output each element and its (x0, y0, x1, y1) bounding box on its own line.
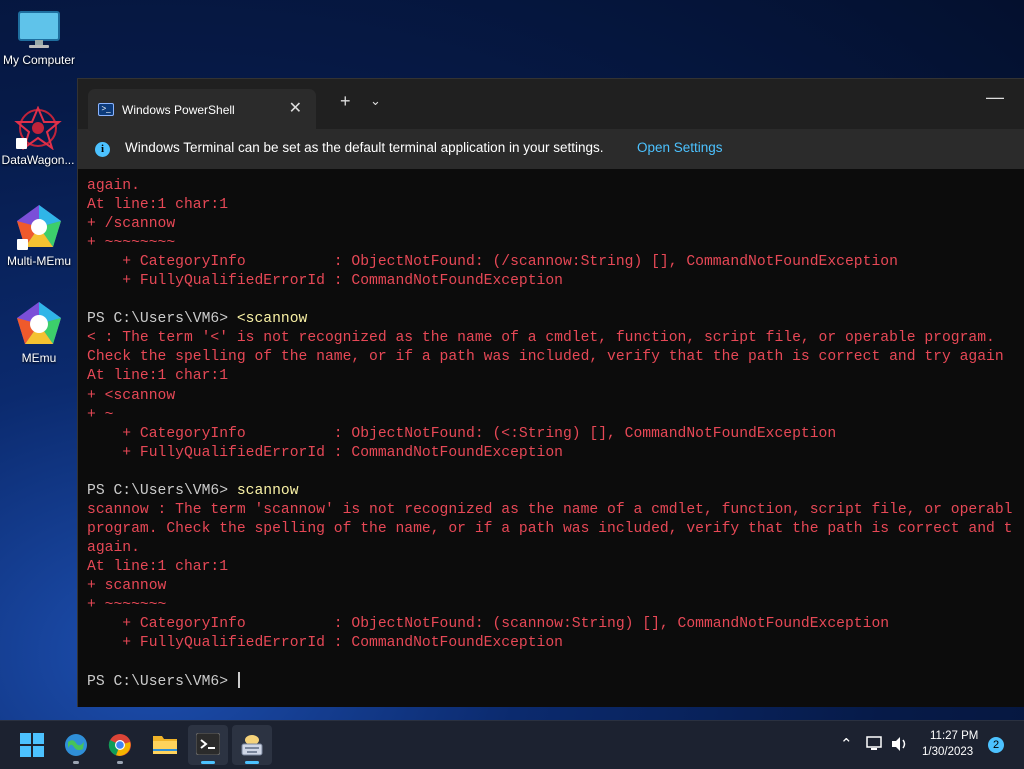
open-settings-link[interactable]: Open Settings (637, 140, 723, 155)
taskbar-app-terminal[interactable] (188, 725, 228, 765)
prompt-text: PS C:\Users\VM6> (87, 311, 237, 328)
error-line: Check the spelling of the name, or if a … (87, 349, 1004, 366)
prompt-text: PS C:\Users\VM6> (87, 482, 237, 499)
error-line: again. (87, 539, 140, 556)
error-line: program. Check the spelling of the name,… (87, 520, 1013, 537)
tab-windows-powershell[interactable]: >_ Windows PowerShell ✕ (88, 89, 316, 129)
desktop-icon-datawagon[interactable]: DataWagon... (0, 106, 76, 167)
error-line: At line:1 char:1 (87, 368, 229, 385)
terminal-window[interactable]: >_ Windows PowerShell ✕ + ⌄ — i Windows … (77, 78, 1024, 707)
tab-title: Windows PowerShell (122, 103, 235, 117)
error-line: < : The term '<' is not recognized as th… (87, 330, 995, 347)
memu-icon (17, 302, 61, 344)
running-indicator (73, 761, 79, 764)
error-line: + ~ (87, 406, 114, 423)
error-line: + FullyQualifiedErrorId : CommandNotFoun… (87, 273, 563, 290)
taskbar-app-file-explorer[interactable] (144, 725, 184, 765)
minimize-button[interactable]: — (986, 87, 1004, 108)
windows-logo-icon (20, 733, 44, 757)
chevron-up-icon[interactable]: ⌃ (840, 735, 853, 753)
terminal-icon (196, 733, 220, 755)
taskbar-app-network-tool[interactable] (56, 725, 96, 765)
prompt-line: PS C:\Users\VM6> <scannow (87, 310, 1023, 329)
error-line: again. (87, 178, 140, 194)
start-button[interactable] (12, 725, 52, 765)
error-line: + FullyQualifiedErrorId : CommandNotFoun… (87, 444, 563, 461)
powershell-icon: >_ (98, 103, 114, 116)
taskbar: ⌃ 11:27 PM 1/30/2023 (0, 720, 1024, 769)
network-icon[interactable] (866, 736, 884, 752)
command-text: <scannow (236, 311, 308, 328)
running-indicator (245, 761, 259, 764)
error-line: + CategoryInfo : ObjectNotFound: (<:Stri… (87, 425, 837, 442)
folder-icon (153, 736, 177, 754)
keyboard-icon (241, 735, 263, 756)
running-indicator (117, 761, 123, 764)
prompt-text: PS C:\Users\VM6> (87, 674, 237, 691)
shortcut-arrow-icon (16, 138, 27, 149)
info-message: Windows Terminal can be set as the defau… (125, 140, 604, 155)
chrome-icon (108, 734, 131, 756)
info-bar: i Windows Terminal can be set as the def… (78, 129, 1024, 169)
notification-badge[interactable]: 2 (988, 737, 1004, 753)
taskbar-app-virtual-keyboard[interactable] (232, 725, 272, 765)
error-line: + ~~~~~~~ (87, 597, 167, 614)
volume-icon[interactable] (891, 736, 909, 752)
desktop-icon-label: DataWagon... (1, 153, 75, 167)
prompt-line: PS C:\Users\VM6> (87, 672, 1023, 691)
globe-icon (65, 734, 87, 756)
clock-time[interactable]: 11:27 PM (930, 730, 978, 742)
error-line: scannow : The term 'scannow' is not reco… (87, 501, 1013, 518)
error-line: At line:1 char:1 (87, 558, 229, 575)
chevron-down-icon[interactable]: ⌄ (370, 93, 381, 109)
error-line: + CategoryInfo : ObjectNotFound: (scanno… (87, 616, 890, 633)
error-line: + CategoryInfo : ObjectNotFound: (/scann… (87, 254, 898, 271)
command-text: scannow (236, 482, 299, 499)
error-line: + scannow (87, 577, 167, 594)
running-indicator (201, 761, 215, 764)
taskbar-app-chrome[interactable] (100, 725, 140, 765)
info-icon: i (95, 142, 110, 157)
text-cursor (237, 672, 240, 689)
desktop-icon-memu[interactable]: MEmu (1, 300, 77, 365)
title-bar[interactable]: >_ Windows PowerShell ✕ + ⌄ — (78, 79, 1024, 129)
error-line: + FullyQualifiedErrorId : CommandNotFoun… (87, 635, 563, 652)
monitor-icon (18, 11, 60, 48)
desktop-icon-label: MEmu (21, 351, 57, 365)
shortcut-arrow-icon (17, 239, 28, 250)
close-tab-icon[interactable]: ✕ (289, 98, 302, 118)
desktop-icon-my-computer[interactable]: My Computer (1, 10, 77, 67)
prompt-line: PS C:\Users\VM6> scannow (87, 482, 1023, 501)
error-line: At line:1 char:1 (87, 197, 229, 214)
error-line: + <scannow (87, 387, 176, 404)
error-line: + /scannow (87, 216, 176, 233)
error-line: + ~~~~~~~~ (87, 235, 176, 252)
desktop-icon-multi-memu[interactable]: Multi-MEmu (1, 203, 77, 268)
desktop-icon-label: Multi-MEmu (6, 254, 71, 268)
desktop-icon-label: My Computer (2, 53, 76, 67)
console-output[interactable]: again. At line:1 char:1 + /scannow + ~~~~~~… (87, 177, 1023, 702)
new-tab-button[interactable]: + (340, 91, 351, 112)
clock-date[interactable]: 1/30/2023 (922, 746, 973, 758)
